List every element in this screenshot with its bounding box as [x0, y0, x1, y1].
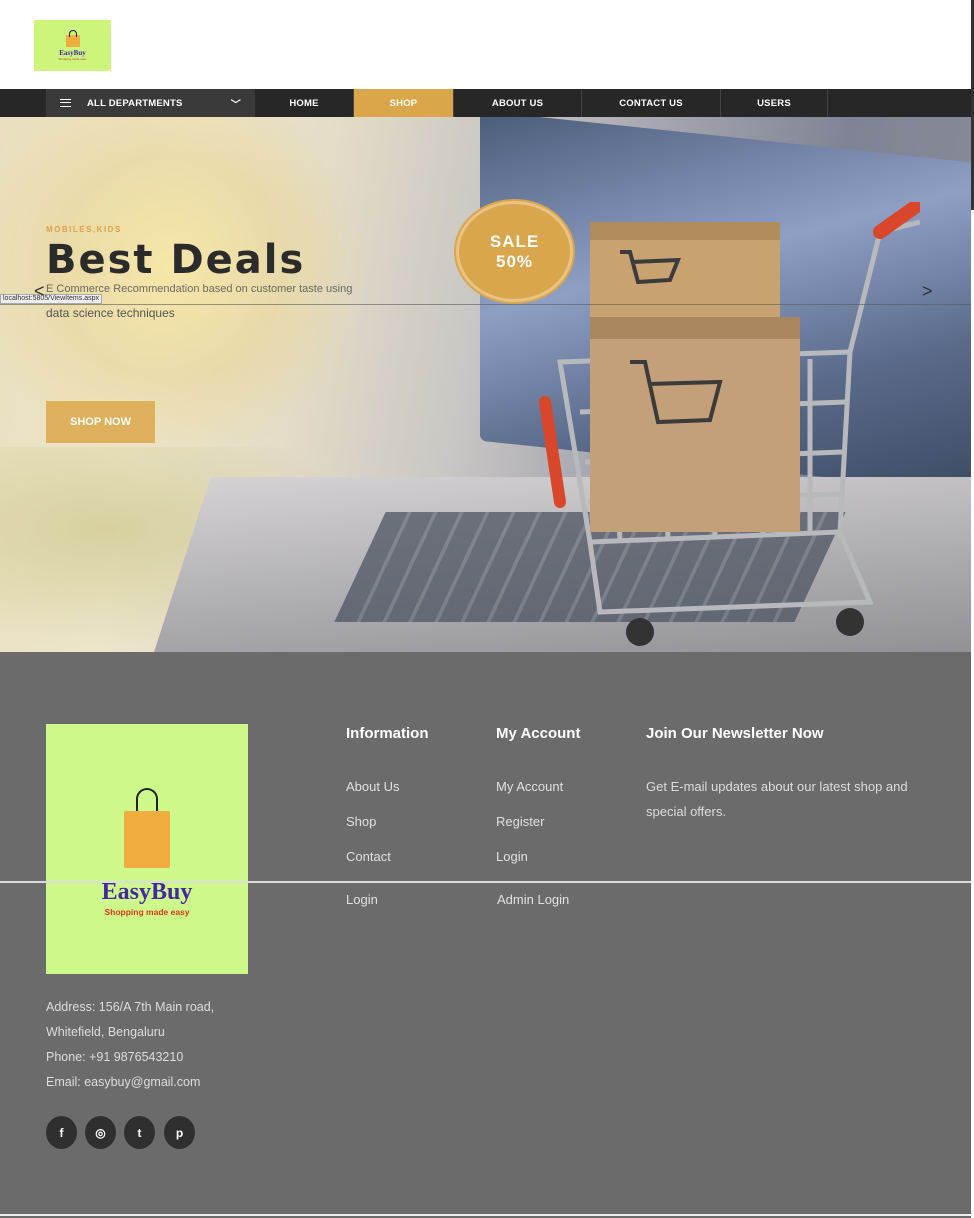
footer-logo[interactable]: EasyBuy Shopping made easy: [46, 724, 248, 974]
divider: [0, 881, 971, 883]
nav-item-home[interactable]: HOME: [255, 89, 354, 117]
nav-item-label: USERS: [757, 97, 791, 109]
nav-item-contact-us[interactable]: CONTACT US: [582, 89, 721, 117]
sale-badge: SALE 50%: [456, 201, 573, 302]
address-line2: Whitefield, Bengaluru: [46, 1025, 165, 1039]
sale-badge-line1: SALE: [489, 231, 540, 251]
nav-item-label: CONTACT US: [619, 97, 683, 109]
newsletter-heading: Join Our Newsletter Now: [646, 725, 824, 742]
footer: EasyBuy Shopping made easy Address: 156/…: [0, 652, 971, 1218]
footer-link-admin-login[interactable]: Admin Login: [497, 892, 569, 907]
phone: Phone: +91 9876543210: [46, 1050, 184, 1064]
all-departments-button[interactable]: ALL DEPARTMENTS ﹀: [46, 89, 255, 117]
hero-category-tag[interactable]: MOBILES,KIDS: [46, 225, 122, 234]
hero-title: Best Deals: [46, 237, 306, 283]
newsletter-text: Get E-mail updates about our latest shop…: [646, 779, 908, 819]
nav-item-shop[interactable]: SHOP: [354, 89, 454, 117]
footer-link-account-login[interactable]: Login: [496, 849, 528, 864]
footer-brand: EasyBuy: [101, 879, 193, 905]
footer-link-contact[interactable]: Contact: [346, 849, 391, 864]
header-logo[interactable]: EasyBuy Shopping made easy: [34, 20, 111, 71]
pinterest-icon[interactable]: p: [164, 1116, 195, 1149]
nav-item-label: SHOP: [389, 97, 418, 109]
all-departments-label: ALL DEPARTMENTS: [87, 98, 183, 109]
email: Email: easybuy@gmail.com: [46, 1075, 201, 1089]
instagram-icon[interactable]: ◎: [85, 1116, 116, 1149]
nav-item-label: ABOUT US: [491, 97, 544, 109]
sale-badge-line2: 50%: [495, 251, 534, 271]
status-bar-url: localhost:5805/ViewItems.aspx: [0, 294, 102, 304]
shopping-bag-icon: [65, 29, 80, 47]
footer-link-register[interactable]: Register: [496, 814, 544, 829]
footer-brand-tagline: Shopping made easy: [104, 907, 190, 917]
hero-banner: SALE 50% MOBILES,KIDS Best Deals E Comme…: [0, 117, 971, 652]
address-line1: Address: 156/A 7th Main road,: [46, 1000, 215, 1014]
nav-item-users[interactable]: USERS: [721, 89, 828, 117]
hero-subtitle-line2: data science techniques: [46, 306, 175, 320]
shopping-bag-icon: [124, 811, 170, 868]
facebook-icon[interactable]: f: [46, 1116, 77, 1149]
footer-link-my-account[interactable]: My Account: [496, 779, 563, 794]
twitter-icon[interactable]: t: [124, 1116, 155, 1149]
divider: [0, 304, 971, 305]
my-account-heading: My Account: [496, 725, 581, 742]
menu-icon: [60, 99, 71, 107]
chevron-down-icon: ﹀: [230, 100, 241, 111]
chevron-right-icon[interactable]: >: [922, 281, 933, 302]
header: EasyBuy Shopping made easy: [0, 0, 974, 210]
footer-link-login[interactable]: Login: [346, 892, 378, 907]
information-heading: Information: [346, 725, 429, 742]
footer-link-about-us[interactable]: About Us: [346, 779, 399, 794]
divider: [0, 1214, 971, 1216]
nav-item-about-us[interactable]: ABOUT US: [454, 89, 582, 117]
footer-link-shop[interactable]: Shop: [346, 814, 376, 829]
main-nav: ALL DEPARTMENTS ﹀ HOME SHOP ABOUT US CON…: [0, 89, 971, 117]
shop-now-button[interactable]: SHOP NOW: [46, 401, 155, 443]
page: EasyBuy Shopping made easy ALL DEPARTMEN…: [0, 0, 974, 1218]
nav-item-label: HOME: [289, 97, 319, 109]
logo-tagline: Shopping made easy: [58, 56, 87, 61]
logo-text: EasyBuy: [59, 48, 86, 57]
shopping-cart-image: [539, 202, 920, 646]
chevron-left-icon[interactable]: <: [34, 281, 45, 302]
